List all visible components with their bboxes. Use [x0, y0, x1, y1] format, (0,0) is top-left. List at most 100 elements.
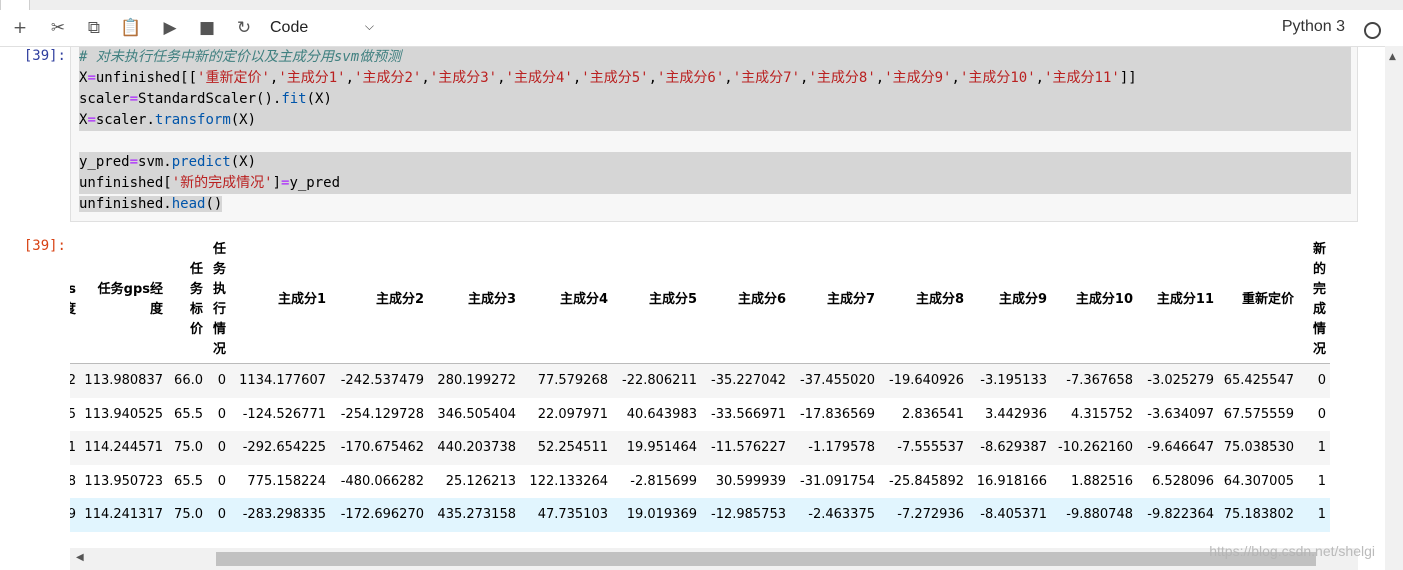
table-row[interactable]: 05 113.940525 65.5 0 -124.526771 -254.129728 3…	[70, 398, 1330, 432]
table-cell: 113.950723	[84, 473, 163, 489]
table-cell: 25.126213	[445, 473, 516, 489]
column-header: 主成分6	[701, 236, 790, 364]
table-header-row: ps 度任务gps经 度任 务 标 价任 务 执 行 情 况主成分1主成分2主成…	[70, 236, 1330, 364]
table-cell: 440.203738	[428, 431, 520, 465]
restart-button[interactable]: ↻	[230, 14, 258, 42]
column-header: 主成分10	[1051, 236, 1137, 364]
table-cell: 775.158224	[247, 473, 326, 489]
column-header: 主成分5	[612, 236, 701, 364]
table-row[interactable]: 42113.98083766.001134.177607-242.5374792…	[70, 363, 1330, 398]
table-cell: -10.262160	[1051, 431, 1137, 465]
code-token: StandardScaler().	[138, 91, 282, 107]
table-cell: -7.555537	[879, 431, 968, 465]
scrollbar-thumb[interactable]	[216, 552, 1316, 566]
table-cell: 0	[207, 363, 230, 398]
column-header: 任务gps经 度	[80, 236, 167, 364]
code-token: ()	[205, 196, 223, 212]
code-token: ,	[648, 70, 657, 86]
input-prompt: [39]:	[23, 48, 66, 64]
table-cell: -9.822364	[1137, 498, 1218, 532]
cell-type-select[interactable]: Code ⌵	[270, 16, 378, 40]
column-header: 主成分4	[520, 236, 612, 364]
code-cell[interactable]: # 对未执行任务中新的定价以及主成分用svm做预测 X=unfinished[['…	[70, 46, 1358, 222]
code-token: (X)	[306, 91, 332, 107]
code-token: '主成分9'	[884, 70, 952, 86]
table-row[interactable]: 41114.24457175.00-292.654225-170.6754624…	[70, 431, 1330, 465]
code-line: y_pred=svm.predict(X)	[79, 152, 1351, 173]
table-cell: -9.646647	[1137, 431, 1218, 465]
table-cell: 41	[70, 431, 80, 465]
code-token: =	[87, 112, 96, 128]
table-cell: 435.273158	[428, 498, 520, 532]
kernel-name[interactable]: Python 3	[1282, 18, 1345, 36]
table-cell: 47.735103	[520, 498, 612, 532]
code-editor[interactable]: # 对未执行任务中新的定价以及主成分用svm做预测 X=unfinished[['…	[79, 47, 1351, 215]
vertical-scrollbar[interactable]: ▲	[1385, 46, 1403, 570]
code-token: '主成分8'	[808, 70, 876, 86]
table-cell: 67.575559	[1223, 406, 1294, 422]
table-cell: 99	[70, 498, 80, 532]
run-button[interactable]: ▶	[156, 14, 184, 42]
table-cell: 1	[1298, 498, 1330, 532]
table-cell: -283.298335	[230, 498, 330, 532]
horizontal-scrollbar[interactable]: ◀	[70, 548, 1358, 570]
column-header: 任 务 执 行 情 况	[207, 236, 230, 364]
code-token: # 对未执行任务中新的定价以及主成分用svm做预测	[79, 49, 402, 65]
table-cell: 0	[207, 498, 230, 532]
table-cell: -9.880748	[1051, 498, 1137, 532]
scroll-left-icon[interactable]: ◀	[76, 552, 84, 563]
run-icon: ▶	[163, 18, 177, 38]
paste-icon: 📋	[120, 18, 142, 38]
table-cell: -170.675462	[330, 431, 428, 465]
code-token: unfinished.	[79, 196, 172, 212]
insert-cell-icon: +	[12, 18, 28, 38]
table-cell: 0	[217, 473, 226, 489]
stop-button[interactable]: ■	[193, 14, 221, 42]
code-token: unfinished[	[79, 175, 172, 191]
code-line: unfinished.head()	[79, 194, 1351, 215]
code-token: '重新定价'	[197, 70, 270, 86]
table-cell: -22.806211	[612, 363, 701, 398]
code-token: y_pred	[289, 175, 341, 191]
insert-cell-button[interactable]: +	[6, 14, 34, 42]
table-cell: -254.129728	[340, 406, 424, 422]
table-row[interactable]: 99114.24131775.00-283.298335-172.6962704…	[70, 498, 1330, 532]
cut-icon: ✂	[50, 18, 66, 38]
watermark: https://blog.csdn.net/shelgi	[1209, 543, 1375, 559]
column-header: 新 的 完 成 情 况	[1298, 236, 1330, 364]
table-cell: 1	[1317, 473, 1326, 489]
code-token: '主成分4'	[505, 70, 573, 86]
table-cell: 19.951464	[612, 431, 701, 465]
cut-button[interactable]: ✂	[44, 14, 72, 42]
code-token: scaler	[79, 91, 130, 107]
table-cell: -33.566971	[711, 406, 786, 422]
code-token: unfinished[[	[95, 70, 198, 86]
table-cell: 65.5	[174, 406, 203, 422]
table-cell: 38	[70, 473, 76, 489]
table-cell: 0	[1298, 363, 1330, 398]
column-header: 主成分9	[968, 236, 1051, 364]
table-cell: 22.097971	[537, 406, 608, 422]
scroll-up-icon[interactable]: ▲	[1389, 52, 1396, 62]
table-cell: -7.367658	[1051, 363, 1137, 398]
table-row[interactable]: 38 113.950723 65.5 0 775.158224 -480.066282 25…	[70, 465, 1330, 499]
code-token: ]	[272, 175, 282, 191]
notebook-tab[interactable]	[0, 0, 30, 10]
column-header: 主成分3	[428, 236, 520, 364]
notebook-tab-strip	[0, 0, 1403, 10]
code-line: scaler=StandardScaler().fit(X)	[79, 89, 1351, 110]
table-cell: -2.463375	[790, 498, 879, 532]
table-cell: -124.526771	[242, 406, 326, 422]
column-header: 主成分2	[330, 236, 428, 364]
copy-button[interactable]: ⧉	[80, 14, 108, 42]
code-token: scaler.	[95, 112, 155, 128]
code-token: ,	[497, 70, 506, 86]
copy-icon: ⧉	[87, 18, 101, 38]
code-token: y_pred	[79, 154, 130, 170]
code-token: ,	[1035, 70, 1045, 86]
table-cell: -35.227042	[701, 363, 790, 398]
output-prompt: [39]:	[23, 238, 66, 254]
code-token: '主成分5'	[581, 70, 649, 86]
paste-button[interactable]: 📋	[117, 14, 145, 42]
